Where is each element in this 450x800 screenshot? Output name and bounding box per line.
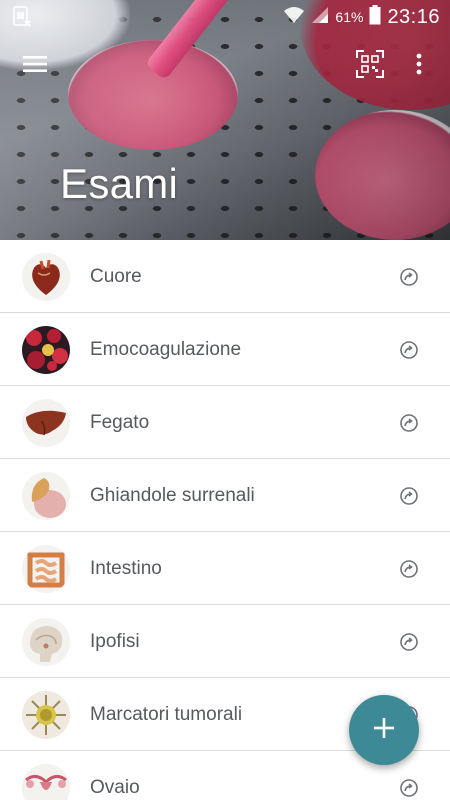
open-link-icon[interactable]	[398, 339, 420, 361]
list-item[interactable]: Ipofisi	[0, 605, 450, 678]
list-item-label: Ovaio	[90, 777, 140, 798]
list-item-label: Intestino	[90, 558, 162, 579]
blood-cells-thumbnail	[22, 326, 70, 374]
qr-scan-button[interactable]	[350, 46, 390, 86]
open-link-icon[interactable]	[398, 558, 420, 580]
list-item[interactable]: Fegato	[0, 386, 450, 459]
menu-button[interactable]	[14, 48, 56, 84]
page-title: Esami	[60, 160, 179, 207]
wifi-icon	[283, 6, 305, 29]
list-item-label: Fegato	[90, 412, 150, 433]
hamburger-menu-icon	[22, 54, 48, 79]
list-item[interactable]: Emocoagulazione	[0, 313, 450, 386]
intestine-thumbnail	[22, 545, 70, 593]
ovary-thumbnail	[22, 764, 70, 800]
list-item-label: Ghiandole surrenali	[90, 485, 255, 506]
heart-thumbnail	[22, 253, 70, 301]
qr-scan-icon	[356, 49, 384, 83]
plus-icon	[373, 717, 395, 744]
battery-percent: 61%	[335, 9, 364, 25]
adrenal-gland-thumbnail	[22, 472, 70, 520]
pituitary-thumbnail	[22, 618, 70, 666]
sim-notification-icon	[12, 6, 32, 28]
open-link-icon[interactable]	[398, 777, 420, 799]
list-item-label: Marcatori tumorali	[90, 704, 243, 725]
open-link-icon[interactable]	[398, 412, 420, 434]
list-item[interactable]: Intestino	[0, 532, 450, 605]
list-item-label: Emocoagulazione	[90, 339, 242, 360]
signal-icon	[311, 6, 329, 29]
more-options-button[interactable]	[404, 46, 434, 86]
list-item[interactable]: Cuore	[0, 240, 450, 313]
open-link-icon[interactable]	[398, 631, 420, 653]
status-time: 23:16	[387, 5, 440, 28]
list-item-label: Cuore	[90, 266, 142, 287]
add-exam-button[interactable]	[349, 695, 419, 765]
status-bar: 61% 23:16	[0, 0, 450, 34]
liver-thumbnail	[22, 399, 70, 447]
open-link-icon[interactable]	[398, 485, 420, 507]
tumor-marker-thumbnail	[22, 691, 70, 739]
header-banner: 61% 23:16 Esami	[0, 0, 450, 240]
list-item-label: Ipofisi	[90, 631, 140, 652]
open-link-icon[interactable]	[398, 266, 420, 288]
more-vert-icon	[415, 53, 423, 80]
list-item[interactable]: Ghiandole surrenali	[0, 459, 450, 532]
battery-icon	[369, 4, 381, 30]
